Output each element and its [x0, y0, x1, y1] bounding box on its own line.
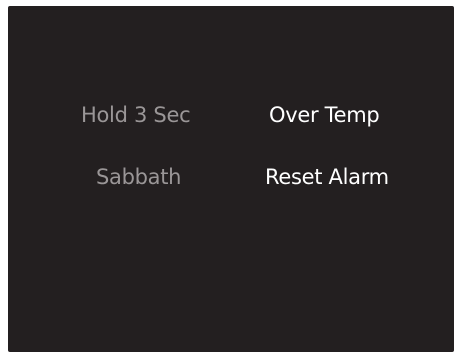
control-panel-display: Hold 3 Sec Over Temp Sabbath Reset Alarm	[8, 6, 454, 352]
over-temp-button[interactable]: Over Temp	[269, 103, 380, 127]
reset-alarm-button[interactable]: Reset Alarm	[265, 165, 389, 189]
hold-3-sec-label: Hold 3 Sec	[81, 103, 191, 127]
sabbath-button[interactable]: Sabbath	[96, 165, 181, 189]
